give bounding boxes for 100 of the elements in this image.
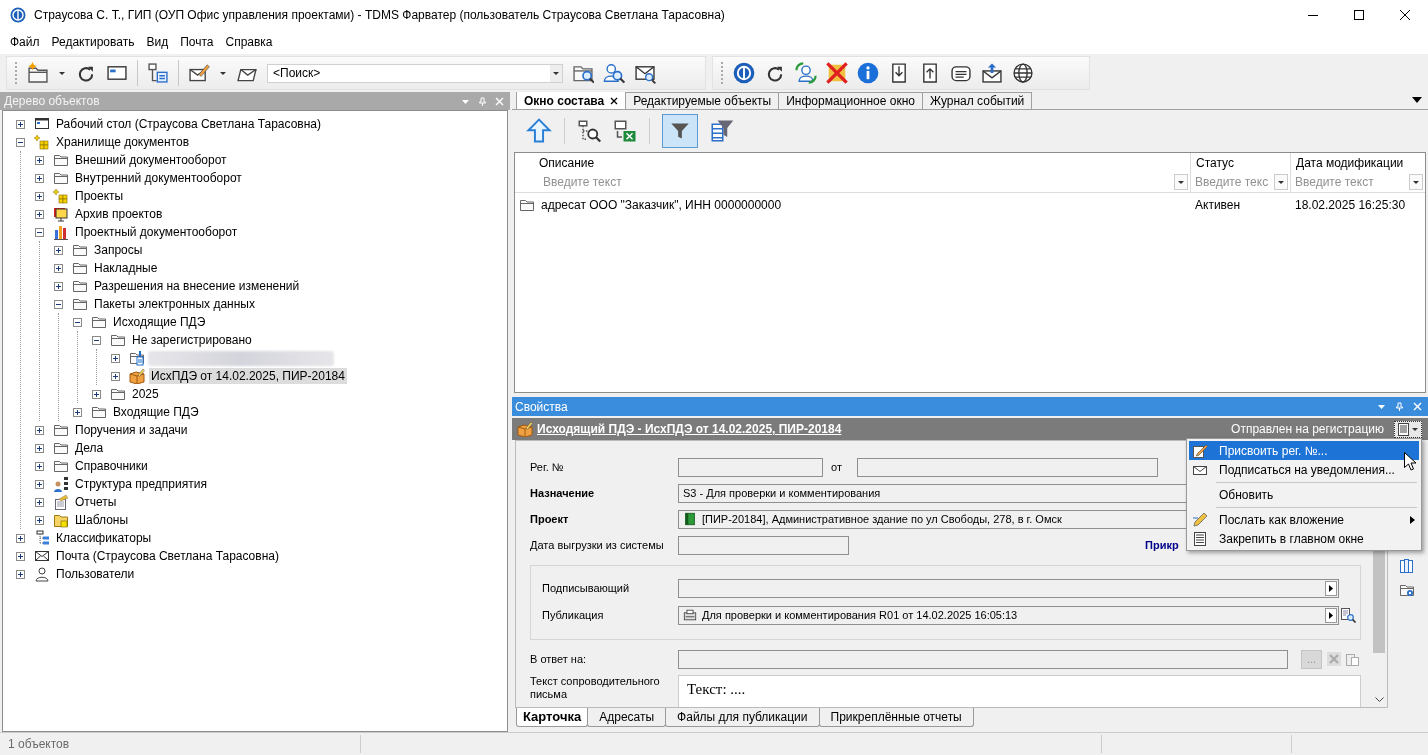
filter-field[interactable]: Введите текст — [539, 175, 1174, 189]
filter-button[interactable] — [662, 114, 698, 148]
tree-item[interactable]: Пользователи — [54, 566, 137, 582]
collapse-icon[interactable] — [35, 227, 44, 237]
expand-icon[interactable] — [16, 533, 25, 543]
app-logo-icon[interactable] — [733, 62, 755, 84]
menu-item[interactable]: Редактировать — [45, 33, 141, 51]
column-header[interactable]: Статус — [1190, 153, 1290, 172]
object-title-link[interactable]: Исходящий ПДЭ - ИсхПДЭ от 14.02.2025, ПИР-20184 — [537, 422, 842, 436]
expand-icon[interactable] — [35, 443, 44, 453]
folder-gear-icon[interactable] — [1399, 582, 1415, 598]
arrow-button[interactable] — [1325, 580, 1337, 596]
menu-button[interactable] — [1394, 420, 1422, 438]
menu-item[interactable]: Закрепить в главном окне — [1189, 529, 1419, 548]
dropdown-arrow-icon[interactable] — [552, 69, 560, 77]
maximize-icon[interactable] — [1354, 10, 1364, 20]
expand-icon[interactable] — [111, 371, 120, 381]
expand-icon[interactable] — [16, 119, 25, 129]
globe-icon[interactable] — [1012, 62, 1034, 84]
collapse-icon[interactable] — [73, 317, 82, 327]
tree-item[interactable]: Дела — [73, 440, 106, 456]
input-field[interactable]: Для проверки и комментирования R01 от 14.02.2025 16:05:13 — [678, 605, 1339, 625]
column-header[interactable]: Описание — [515, 153, 1190, 172]
tree-item[interactable]: Не зарегистрировано — [130, 332, 254, 348]
expand-icon[interactable] — [35, 497, 44, 507]
tree-item[interactable]: Входящие ПДЭ — [111, 404, 201, 420]
tree-item[interactable]: Классификаторы — [54, 530, 154, 546]
tree-item[interactable]: Проекты — [73, 188, 126, 204]
envelope-pencil-icon[interactable] — [188, 62, 210, 84]
tree-item[interactable]: Проектный документооборот — [73, 224, 240, 240]
text-area[interactable]: Текст: .... — [678, 675, 1361, 707]
tree-item[interactable]: Поручения и задачи — [73, 422, 190, 438]
collapse-icon[interactable] — [16, 137, 25, 147]
tree-item[interactable]: Исходящие ПДЭ — [111, 314, 208, 330]
tree-item[interactable]: Архив проектов — [73, 206, 165, 222]
arrow-button[interactable] — [1325, 607, 1337, 623]
menu-item[interactable]: Файл — [4, 33, 46, 51]
expand-icon[interactable] — [73, 407, 82, 417]
caret-icon[interactable] — [219, 69, 227, 77]
tree-item[interactable]: Пакеты электронных данных — [92, 296, 257, 312]
pin-icon[interactable] — [1395, 402, 1404, 411]
scroll-down-icon[interactable] — [1374, 697, 1384, 703]
input-field[interactable] — [678, 457, 823, 477]
dropdown-button[interactable] — [1174, 174, 1188, 190]
excel-export-icon[interactable] — [613, 119, 637, 143]
document-tab[interactable]: Информационное окно — [778, 92, 923, 109]
expand-icon[interactable] — [92, 389, 101, 399]
envelope-up-icon[interactable] — [981, 62, 1003, 84]
table-filter-icon[interactable] — [710, 119, 734, 143]
tree-item[interactable]: Накладные — [92, 260, 160, 276]
close-tab-icon[interactable] — [610, 96, 619, 105]
expand-icon[interactable] — [16, 551, 25, 561]
tree-item[interactable]: Отчеты — [73, 494, 119, 510]
document-search-icon[interactable] — [1340, 607, 1356, 623]
document-tab[interactable]: Редактируемые объекты — [625, 92, 780, 109]
menu-item[interactable]: Присвоить рег. №... — [1189, 441, 1419, 460]
menu-item[interactable]: Подписаться на уведомления... — [1189, 460, 1419, 479]
tree-item[interactable]: Запросы — [92, 242, 145, 258]
user-search-icon[interactable] — [603, 62, 625, 84]
menu-item[interactable]: Вид — [140, 33, 175, 51]
expand-icon[interactable] — [16, 569, 25, 579]
menu-item[interactable]: Справка — [219, 33, 279, 51]
filter-field[interactable]: Введите текст — [1291, 175, 1409, 189]
tree-item[interactable]: Внешний документооборот — [73, 152, 229, 168]
tree-item[interactable]: Разрешения на внесение изменений — [92, 278, 302, 294]
expand-icon[interactable] — [35, 479, 44, 489]
tree-item[interactable]: Рабочий стол (Страусова Светлана Тарасовна) — [54, 116, 323, 132]
tree-item[interactable]: Внутренний документооборот — [73, 170, 244, 186]
document-tab[interactable]: Журнал событий — [921, 92, 1033, 109]
expand-icon[interactable] — [54, 263, 63, 273]
expand-icon[interactable] — [54, 245, 63, 255]
close-icon[interactable] — [1400, 10, 1410, 20]
expand-icon[interactable] — [35, 173, 44, 183]
expand-icon[interactable] — [35, 425, 44, 435]
input-field[interactable] — [678, 535, 849, 555]
tree-item[interactable]: Шаблоны — [73, 512, 131, 528]
expand-icon[interactable] — [35, 461, 44, 471]
filter-field[interactable]: Введите текс — [1191, 175, 1274, 189]
expand-icon[interactable] — [35, 155, 44, 165]
search-combobox[interactable]: <Поиск> — [267, 63, 563, 83]
input-field[interactable] — [678, 578, 1339, 598]
new-folder-icon[interactable] — [27, 62, 49, 84]
collapse-icon[interactable] — [54, 299, 63, 309]
expand-icon[interactable] — [35, 209, 44, 219]
expand-icon[interactable] — [35, 515, 44, 525]
caret-icon[interactable] — [58, 69, 66, 77]
info-icon[interactable] — [857, 62, 879, 84]
dropdown-button[interactable] — [1409, 174, 1423, 190]
tree-item[interactable]: Почта (Страусова Светлана Тарасовна) — [54, 548, 281, 564]
input-field[interactable] — [678, 649, 1288, 669]
menu-item[interactable]: Почта — [174, 33, 220, 51]
document-tab[interactable]: Окно состава — [516, 92, 627, 109]
books-icon[interactable] — [1399, 558, 1415, 574]
dropdown-button[interactable] — [1274, 174, 1288, 190]
collapse-icon[interactable] — [92, 335, 101, 345]
tree-item[interactable]: Справочники — [73, 458, 150, 474]
delete-cross-icon[interactable] — [826, 62, 848, 84]
tree-search-icon[interactable] — [577, 119, 601, 143]
expand-icon[interactable] — [35, 191, 44, 201]
input-field[interactable] — [856, 457, 1158, 477]
